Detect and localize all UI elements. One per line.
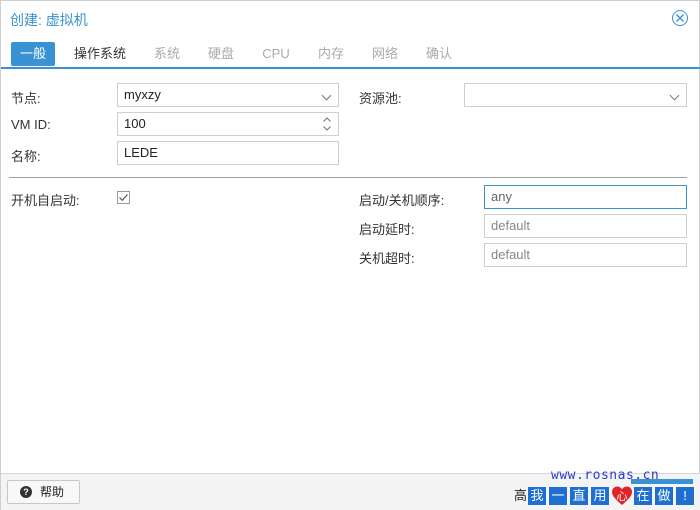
- delay-label: 启动延时:: [359, 222, 415, 237]
- watermark-char: 心: [617, 490, 628, 503]
- wizard-tabbar: 一般 操作系统 系统 硬盘 CPU 内存 网络 确认: [1, 39, 700, 69]
- dialog-titlebar: 创建: 虚拟机: [1, 1, 700, 35]
- onboot-checkbox[interactable]: [117, 191, 130, 204]
- watermark-url: www.rosnas.cn: [551, 468, 660, 483]
- tab-general[interactable]: 一般: [11, 42, 55, 66]
- question-icon: ?: [20, 486, 32, 498]
- onboot-label: 开机自启动:: [11, 193, 80, 208]
- order-label: 启动/关机顺序:: [359, 193, 445, 208]
- watermark-char: 我: [528, 487, 546, 505]
- name-label: 名称:: [11, 149, 41, 164]
- dialog-title: 创建: 虚拟机: [10, 12, 88, 28]
- shutdown-label: 关机超时:: [359, 251, 415, 266]
- help-button[interactable]: ? 帮助: [7, 480, 80, 504]
- order-field[interactable]: any: [484, 185, 687, 209]
- node-select[interactable]: myxzy: [117, 83, 339, 107]
- shutdown-field[interactable]: default: [484, 243, 687, 267]
- shutdown-placeholder: default: [491, 247, 531, 262]
- spinner-icon[interactable]: [322, 115, 332, 133]
- watermark-char: 做: [655, 487, 673, 505]
- vmid-value: 100: [124, 116, 146, 131]
- watermark-char: 一: [549, 487, 567, 505]
- delay-placeholder: default: [491, 218, 531, 233]
- node-value: myxzy: [124, 87, 161, 102]
- name-field[interactable]: LEDE: [117, 141, 339, 165]
- tab-system[interactable]: 系统: [147, 42, 187, 66]
- name-value: LEDE: [124, 145, 158, 160]
- watermark-char: !: [676, 487, 694, 505]
- pool-label: 资源池:: [359, 91, 402, 106]
- section-divider: [9, 177, 687, 178]
- watermark-char: 在: [634, 487, 652, 505]
- help-label: 帮助: [40, 485, 65, 499]
- vmid-field[interactable]: 100: [117, 112, 339, 136]
- watermark-char: 用: [591, 487, 609, 505]
- create-vm-dialog: 创建: 虚拟机 一般 操作系统 系统 硬盘 CPU 内存 网络 确认 节点: m…: [0, 0, 700, 510]
- order-value: any: [491, 189, 512, 204]
- vmid-label: VM ID:: [11, 117, 51, 132]
- node-label: 节点:: [11, 91, 41, 106]
- chevron-down-icon: [321, 90, 332, 101]
- heart-icon: 心: [612, 486, 632, 505]
- watermark-char: 直: [570, 487, 588, 505]
- tab-cpu[interactable]: CPU: [256, 42, 296, 66]
- tab-confirm[interactable]: 确认: [419, 42, 459, 66]
- advanced-checkbox-label[interactable]: 高: [514, 485, 527, 504]
- tab-disk[interactable]: 硬盘: [201, 42, 241, 66]
- tab-memory[interactable]: 内存: [311, 42, 351, 66]
- chevron-down-icon: [669, 90, 680, 101]
- delay-field[interactable]: default: [484, 214, 687, 238]
- pool-select[interactable]: [464, 83, 687, 107]
- tab-os[interactable]: 操作系统: [69, 42, 131, 66]
- close-icon[interactable]: [672, 10, 688, 26]
- tab-network[interactable]: 网络: [365, 42, 405, 66]
